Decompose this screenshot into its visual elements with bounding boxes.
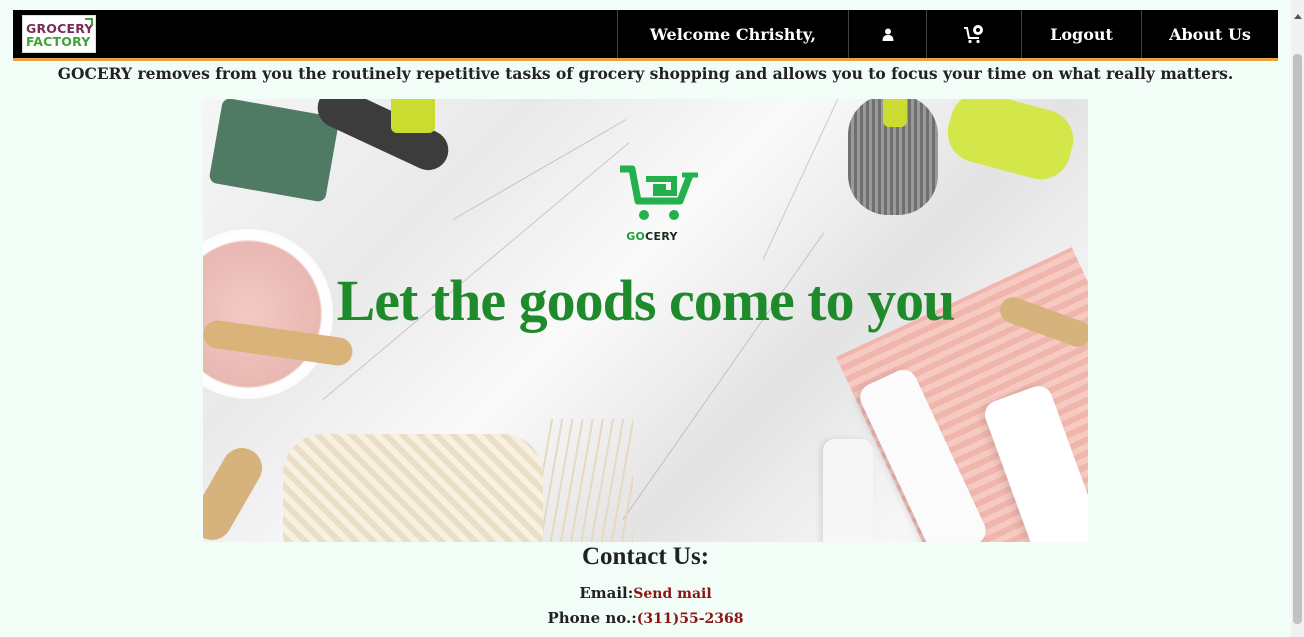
wooden-brush-image [203,440,270,542]
hero-banner-image: GOCERY Let the goods come to you [203,99,1088,542]
logo-arrow-icon [85,18,93,26]
window-top-strip [0,0,1291,10]
toilet-brush-handle-image [883,99,907,127]
tagline-text: GOCERY removes from you the routinely re… [57,64,1234,83]
phone-label: Phone no.: [547,609,637,627]
grocery-factory-logo[interactable]: GROCERY FACTORY [22,15,96,53]
email-label: Email: [579,584,634,602]
phone-number-link[interactable]: (311)55-2368 [637,611,744,627]
email-line: Email:Send mail [0,584,1291,602]
welcome-message: Welcome Chrishty, [617,10,848,58]
scroll-up-arrow-icon[interactable] [1294,14,1302,19]
contact-title: Contact Us: [581,543,710,570]
about-us-link[interactable]: About Us [1141,10,1278,58]
banner-headline: Let the goods come to you [336,268,956,333]
logo-text-line2: FACTORY [26,34,91,49]
brand-name-go: GO [626,230,646,243]
scroll-thumb[interactable] [1293,54,1302,624]
cart-button[interactable] [926,10,1021,58]
lotion-bottle-image [823,439,873,542]
send-mail-link[interactable]: Send mail [633,586,711,602]
navbar: GROCERY FACTORY Welcome Chrishty, Logout… [13,10,1278,61]
user-icon [882,28,893,41]
cleaning-glove-image [941,99,1080,186]
gocery-cart-logo-icon [620,165,698,220]
brand-name-rest: CERY [645,230,678,243]
marble-vein [452,119,627,220]
loofah-image [283,434,543,542]
logout-button[interactable]: Logout [1021,10,1141,58]
cart-icon [964,25,983,44]
user-profile-button[interactable] [848,10,926,58]
navbar-spacer [96,10,617,58]
gocery-brand-name: GOCERY [616,230,688,243]
vertical-scrollbar[interactable] [1291,0,1304,637]
cotton-swabs-image [543,419,633,542]
spray-cap-image [391,99,435,133]
phone-line: Phone no.:(311)55-2368 [0,609,1291,627]
